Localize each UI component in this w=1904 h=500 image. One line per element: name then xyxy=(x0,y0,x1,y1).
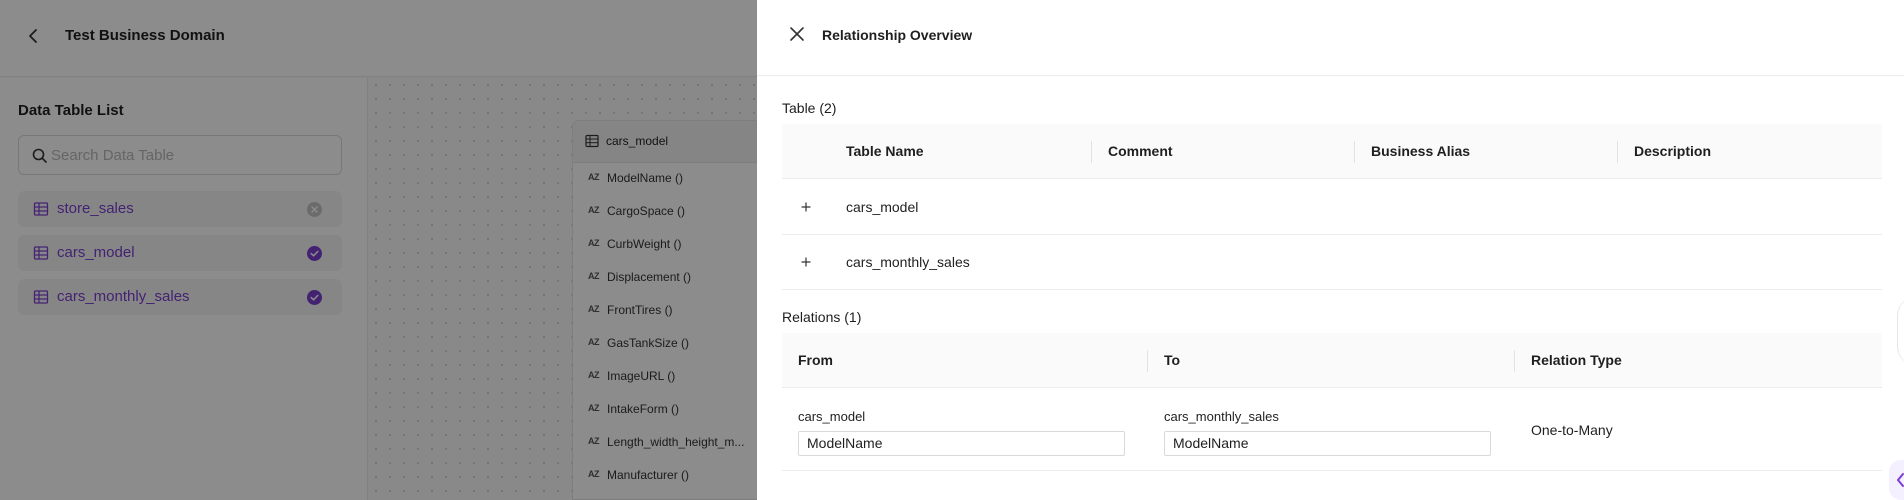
table-row: cars_model xyxy=(782,180,1882,235)
plus-icon xyxy=(801,202,811,212)
from-table-name: cars_model xyxy=(798,409,866,424)
drawer-header: Relationship Overview xyxy=(757,0,1904,76)
column-header-from: From xyxy=(798,352,833,368)
relation-row: cars_model ModelName cars_monthly_sales … xyxy=(782,389,1882,471)
close-button[interactable] xyxy=(788,25,806,43)
tables-header-row: Table Name Comment Business Alias Descri… xyxy=(782,124,1882,179)
close-icon xyxy=(790,27,804,41)
tables-section-title: Table (2) xyxy=(782,100,837,116)
column-header-to: To xyxy=(1164,352,1181,368)
relations-section-title: Relations (1) xyxy=(782,309,862,325)
table-row: cars_monthly_sales xyxy=(782,235,1882,290)
column-header-description: Description xyxy=(1634,143,1712,159)
column-divider xyxy=(1617,141,1618,163)
column-header-comment: Comment xyxy=(1108,143,1173,159)
table-name-cell: cars_monthly_sales xyxy=(846,254,970,270)
column-divider xyxy=(1147,350,1148,372)
from-field-select[interactable]: ModelName xyxy=(798,431,1125,456)
to-field-select[interactable]: ModelName xyxy=(1164,431,1491,456)
drawer-edge-decoration xyxy=(1897,296,1904,366)
drawer-title: Relationship Overview xyxy=(822,27,973,43)
plus-icon xyxy=(801,257,811,267)
column-header-table-name: Table Name xyxy=(846,143,924,159)
chevron-left-icon xyxy=(1896,472,1904,488)
column-header-business-alias: Business Alias xyxy=(1371,143,1471,159)
expand-row-button[interactable] xyxy=(798,254,814,270)
relations-header-row: From To Relation Type xyxy=(782,333,1882,388)
column-divider xyxy=(1354,141,1355,163)
column-divider xyxy=(1514,350,1515,372)
to-table-name: cars_monthly_sales xyxy=(1164,409,1279,424)
column-header-relation-type: Relation Type xyxy=(1531,352,1622,368)
relationship-overview-drawer: Relationship Overview Table (2) Table Na… xyxy=(757,0,1904,500)
side-tab-button[interactable] xyxy=(1889,460,1904,500)
expand-row-button[interactable] xyxy=(798,199,814,215)
relation-type-value: One-to-Many xyxy=(1531,422,1613,438)
table-name-cell: cars_model xyxy=(846,199,919,215)
column-divider xyxy=(1091,141,1092,163)
